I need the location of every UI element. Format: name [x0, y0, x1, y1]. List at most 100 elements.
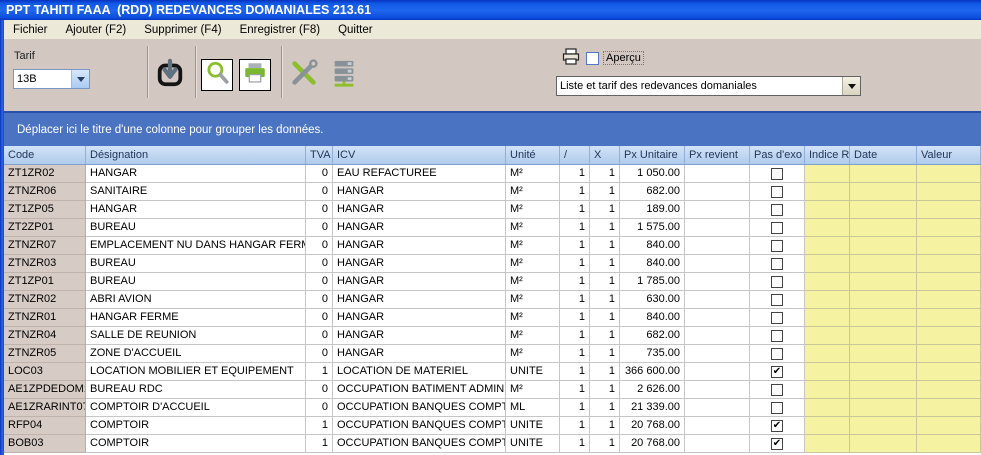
pas-dexo-checkbox[interactable]: [771, 294, 783, 306]
cell-code[interactable]: AE1ZPDEDOM1: [4, 381, 86, 399]
cell-designation[interactable]: ZONE D'ACCUEIL: [86, 345, 306, 363]
group-by-bar[interactable]: Déplacer ici le titre d'une colonne pour…: [4, 111, 981, 146]
cell-px_revient[interactable]: [685, 165, 750, 183]
cell-x[interactable]: 1: [590, 201, 620, 219]
cell-icv[interactable]: OCCUPATION BANQUES COMPTI: [333, 399, 506, 417]
column-header-indice_r[interactable]: Indice R: [805, 146, 850, 164]
cell-valeur[interactable]: [917, 417, 981, 435]
cell-slash[interactable]: 1: [560, 291, 590, 309]
cell-pas_exo[interactable]: [750, 327, 805, 345]
cell-date[interactable]: [850, 309, 917, 327]
cell-pas_exo[interactable]: ✔: [750, 435, 805, 453]
apercu-checkbox[interactable]: [586, 52, 599, 65]
cell-designation[interactable]: HANGAR: [86, 201, 306, 219]
cell-px_unitaire[interactable]: 735.00: [620, 345, 685, 363]
preview-button[interactable]: [201, 59, 233, 91]
cell-indice_r[interactable]: [805, 435, 850, 453]
import-button[interactable]: [154, 59, 186, 91]
cell-px_unitaire[interactable]: 1 575.00: [620, 219, 685, 237]
cell-x[interactable]: 1: [590, 237, 620, 255]
cell-pas_exo[interactable]: [750, 345, 805, 363]
column-header-pas_exo[interactable]: Pas d'exo: [750, 146, 805, 164]
cell-date[interactable]: [850, 255, 917, 273]
column-header-icv[interactable]: ICV: [333, 146, 506, 164]
cell-x[interactable]: 1: [590, 219, 620, 237]
cell-icv[interactable]: HANGAR: [333, 327, 506, 345]
cell-unite[interactable]: M²: [506, 183, 560, 201]
cell-unite[interactable]: M²: [506, 273, 560, 291]
cell-icv[interactable]: HANGAR: [333, 237, 506, 255]
cell-date[interactable]: [850, 345, 917, 363]
cell-valeur[interactable]: [917, 255, 981, 273]
menu-item-supprimer[interactable]: Supprimer (F4): [135, 22, 230, 38]
cell-slash[interactable]: 1: [560, 219, 590, 237]
cell-designation[interactable]: COMPTOIR D'ACCUEIL: [86, 399, 306, 417]
cell-unite[interactable]: M²: [506, 165, 560, 183]
cell-designation[interactable]: HANGAR: [86, 165, 306, 183]
cell-px_revient[interactable]: [685, 183, 750, 201]
cell-tva[interactable]: 0: [306, 273, 333, 291]
cell-designation[interactable]: SANITAIRE: [86, 183, 306, 201]
cell-code[interactable]: ZTNZR01: [4, 309, 86, 327]
column-header-valeur[interactable]: Valeur: [917, 146, 981, 164]
cell-tva[interactable]: 0: [306, 327, 333, 345]
cell-slash[interactable]: 1: [560, 363, 590, 381]
cell-icv[interactable]: EAU REFACTUREE: [333, 165, 506, 183]
cell-x[interactable]: 1: [590, 381, 620, 399]
cell-date[interactable]: [850, 183, 917, 201]
menu-item-ajouter[interactable]: Ajouter (F2): [57, 22, 136, 38]
cell-px_revient[interactable]: [685, 327, 750, 345]
cell-slash[interactable]: 1: [560, 345, 590, 363]
cell-tva[interactable]: 0: [306, 165, 333, 183]
cell-slash[interactable]: 1: [560, 165, 590, 183]
pas-dexo-checkbox[interactable]: [771, 276, 783, 288]
cell-code[interactable]: ZTNZR04: [4, 327, 86, 345]
cell-designation[interactable]: COMPTOIR: [86, 417, 306, 435]
cell-date[interactable]: [850, 237, 917, 255]
servers-button[interactable]: [328, 59, 360, 91]
cell-code[interactable]: AE1ZRARINT07: [4, 399, 86, 417]
cell-indice_r[interactable]: [805, 327, 850, 345]
cell-pas_exo[interactable]: [750, 309, 805, 327]
cell-px_unitaire[interactable]: 189.00: [620, 201, 685, 219]
cell-icv[interactable]: HANGAR: [333, 273, 506, 291]
cell-unite[interactable]: M²: [506, 345, 560, 363]
cell-pas_exo[interactable]: [750, 201, 805, 219]
column-header-unite[interactable]: Unité: [506, 146, 560, 164]
cell-code[interactable]: RFP04: [4, 417, 86, 435]
cell-tva[interactable]: 0: [306, 183, 333, 201]
cell-designation[interactable]: BUREAU: [86, 219, 306, 237]
pas-dexo-checkbox[interactable]: [771, 312, 783, 324]
cell-px_revient[interactable]: [685, 345, 750, 363]
cell-pas_exo[interactable]: ✔: [750, 363, 805, 381]
cell-unite[interactable]: UNITE: [506, 435, 560, 453]
cell-indice_r[interactable]: [805, 381, 850, 399]
cell-icv[interactable]: LOCATION DE MATERIEL: [333, 363, 506, 381]
pas-dexo-checkbox[interactable]: [771, 222, 783, 234]
cell-valeur[interactable]: [917, 201, 981, 219]
cell-x[interactable]: 1: [590, 417, 620, 435]
chevron-down-icon[interactable]: [71, 70, 89, 88]
cell-date[interactable]: [850, 417, 917, 435]
cell-indice_r[interactable]: [805, 165, 850, 183]
cell-px_revient[interactable]: [685, 255, 750, 273]
column-header-slash[interactable]: /: [560, 146, 590, 164]
cell-px_unitaire[interactable]: 840.00: [620, 237, 685, 255]
cell-indice_r[interactable]: [805, 417, 850, 435]
cell-px_unitaire[interactable]: 366 600.00: [620, 363, 685, 381]
cell-pas_exo[interactable]: [750, 381, 805, 399]
pas-dexo-checkbox[interactable]: [771, 186, 783, 198]
cell-slash[interactable]: 1: [560, 417, 590, 435]
cell-code[interactable]: ZT1ZP01: [4, 273, 86, 291]
cell-valeur[interactable]: [917, 219, 981, 237]
column-header-designation[interactable]: Désignation: [86, 146, 306, 164]
cell-tva[interactable]: 1: [306, 363, 333, 381]
cell-indice_r[interactable]: [805, 399, 850, 417]
cell-px_revient[interactable]: [685, 435, 750, 453]
cell-date[interactable]: [850, 327, 917, 345]
cell-tva[interactable]: 0: [306, 255, 333, 273]
cell-code[interactable]: LOC03: [4, 363, 86, 381]
cell-px_revient[interactable]: [685, 417, 750, 435]
cell-px_revient[interactable]: [685, 381, 750, 399]
cell-px_revient[interactable]: [685, 237, 750, 255]
